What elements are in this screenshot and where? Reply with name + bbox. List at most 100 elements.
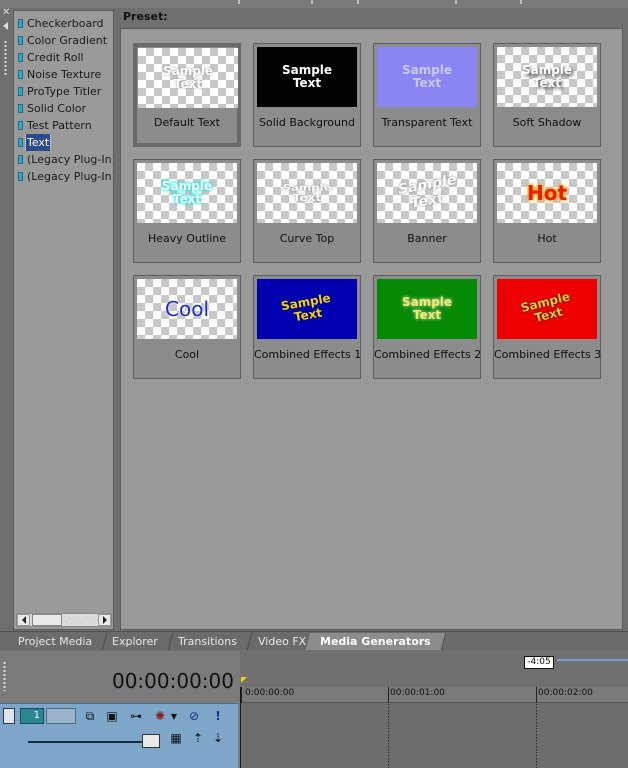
arrow-up-icon[interactable]: ⇡ [190, 730, 206, 746]
close-icon[interactable]: ✕ [2, 8, 10, 18]
tree-item-label: Text [24, 134, 52, 151]
top-tick [311, 0, 313, 4]
tree-item[interactable]: ProType Titler [14, 83, 113, 100]
preset-tile[interactable]: Sample Text Soft Shadow [493, 43, 601, 147]
ruler-label: 0:00:00:00 [245, 688, 295, 698]
preset-preview-text: Sample Text [161, 179, 213, 206]
generator-icon [18, 36, 23, 45]
chevron-down-icon[interactable]: ▼ [166, 708, 182, 724]
arrow-right-icon [102, 616, 107, 624]
preset-preview: Sample Text [497, 279, 597, 339]
preset-preview: Sample Text [377, 47, 477, 107]
tree-item[interactable]: Color Gradient [14, 32, 113, 49]
preset-preview-text: Sample Text [401, 63, 453, 90]
tree-horizontal-scrollbar[interactable] [16, 613, 112, 627]
tree-item[interactable]: (Legacy Plug-In) W [14, 168, 113, 185]
preset-grid: Sample Text Default Text Sample Text Solid Ba… [120, 28, 623, 630]
scroll-right-button[interactable] [98, 614, 111, 626]
loop-region[interactable] [557, 659, 628, 661]
preset-tile[interactable]: Sample Text Heavy Outline [133, 159, 241, 263]
preset-preview: Sample Text [377, 163, 477, 223]
video-track-header[interactable]: 1 ⧉ ▣ ⊶ ✺ ▼ ⊘ ! ▦ ⇡ ⇣ [0, 703, 238, 768]
track-name-field[interactable] [46, 708, 76, 724]
video-track-lane[interactable] [240, 704, 628, 768]
preset-label: Preset: [123, 10, 168, 23]
preset-preview: Sample Text [138, 48, 238, 108]
preset-preview-text: Sample Text [521, 63, 573, 90]
top-strip [0, 0, 628, 8]
ruler-label: 00:00:02:00 [538, 688, 593, 698]
track-fx-icon[interactable]: ▦ [168, 730, 184, 746]
composite-mode-icon[interactable]: ⧉ [82, 708, 98, 724]
preset-tile[interactable]: Sample Text Banner [373, 159, 481, 263]
tab-label: Video FX [258, 635, 307, 648]
preset-tile[interactable]: Hot Hot [493, 159, 601, 263]
tab-label: Media Generators [320, 635, 431, 648]
preset-preview: Sample Text [257, 163, 357, 223]
mute-icon[interactable]: ⊘ [186, 708, 202, 724]
timeline-panel[interactable]: -4:05 0:00:00:00 00:00:01:00 00:00:02:00 [240, 651, 628, 768]
tree-item[interactable]: Test Pattern [14, 117, 113, 134]
chevron-left-icon[interactable] [3, 22, 8, 30]
tree-item[interactable]: (Legacy Plug-In) T [14, 151, 113, 168]
generator-icon [18, 19, 23, 28]
tree-item[interactable]: Checkerboard [14, 15, 113, 32]
tab-label: Project Media [18, 635, 93, 648]
tree-item[interactable]: Credit Roll [14, 49, 113, 66]
generator-icon [18, 138, 23, 147]
ruler-mark [536, 687, 537, 703]
time-ruler[interactable]: 0:00:00:00 00:00:01:00 00:00:02:00 [240, 687, 628, 703]
mask-icon[interactable]: ▣ [104, 708, 120, 724]
tree-item-label: Checkerboard [27, 17, 104, 30]
grid-line [536, 704, 537, 768]
arrow-left-icon [21, 616, 26, 624]
tab-transitions[interactable]: Transitions [163, 633, 253, 650]
level-slider-thumb[interactable] [142, 734, 160, 748]
scroll-thumb[interactable] [32, 614, 62, 626]
preset-preview: Cool [137, 279, 237, 339]
timecode-display: 00:00:00:00 [111, 669, 234, 693]
tab-media-generators[interactable]: Media Generators [305, 633, 447, 650]
tab-label: Transitions [178, 635, 237, 648]
drag-grip-icon[interactable] [3, 661, 6, 691]
preset-tile[interactable]: Sample Text Combined Effects 3 [493, 275, 601, 379]
preset-tile[interactable]: Cool Cool [133, 275, 241, 379]
preset-caption: Soft Shadow [512, 116, 582, 129]
ruler-mark [388, 687, 389, 703]
tree-item-label: Test Pattern [27, 119, 92, 132]
preset-caption: Combined Effects 2 [374, 348, 482, 361]
tree-item[interactable]: Text [14, 134, 113, 151]
preset-preview: Hot [497, 163, 597, 223]
preset-tile[interactable]: Sample Text Transparent Text [373, 43, 481, 147]
tab-explorer[interactable]: Explorer [97, 633, 174, 650]
preset-tile[interactable]: Sample Text Combined Effects 1 [253, 275, 361, 379]
preset-tile[interactable]: Sample Text Default Text [133, 43, 241, 147]
solo-icon[interactable]: ! [210, 708, 226, 724]
playhead-cursor[interactable] [240, 687, 241, 768]
drag-grip-icon[interactable] [4, 40, 7, 76]
preset-caption: Banner [407, 232, 447, 245]
preset-caption: Transparent Text [381, 116, 473, 129]
preset-preview: Sample Text [377, 279, 477, 339]
track-number: 1 [20, 708, 44, 724]
preset-preview-text: Sample Text [162, 64, 214, 91]
tree-item[interactable]: Solid Color [14, 100, 113, 117]
level-slider-track[interactable] [28, 741, 148, 743]
marker-bar[interactable] [240, 651, 628, 687]
scroll-left-button[interactable] [17, 614, 30, 626]
tree-item[interactable]: Noise Texture [14, 66, 113, 83]
generator-icon [18, 70, 23, 79]
tree-item-label: Credit Roll [27, 51, 84, 64]
scroll-track[interactable] [62, 614, 98, 626]
preset-caption: Combined Effects 3 [494, 348, 602, 361]
preset-preview-text: Sample Text [281, 63, 333, 90]
minimize-track-icon[interactable] [3, 708, 15, 724]
motion-icon[interactable]: ⊶ [128, 708, 144, 724]
tab-project-media[interactable]: Project Media [3, 633, 108, 650]
preset-caption: Cool [174, 348, 200, 361]
playhead-marker-icon[interactable] [241, 677, 247, 683]
preset-tile[interactable]: Sample Text Combined Effects 2 [373, 275, 481, 379]
preset-tile[interactable]: Sample Text Solid Background [253, 43, 361, 147]
preset-tile[interactable]: Sample Text Curve Top [253, 159, 361, 263]
arrow-down-icon[interactable]: ⇣ [210, 730, 226, 746]
